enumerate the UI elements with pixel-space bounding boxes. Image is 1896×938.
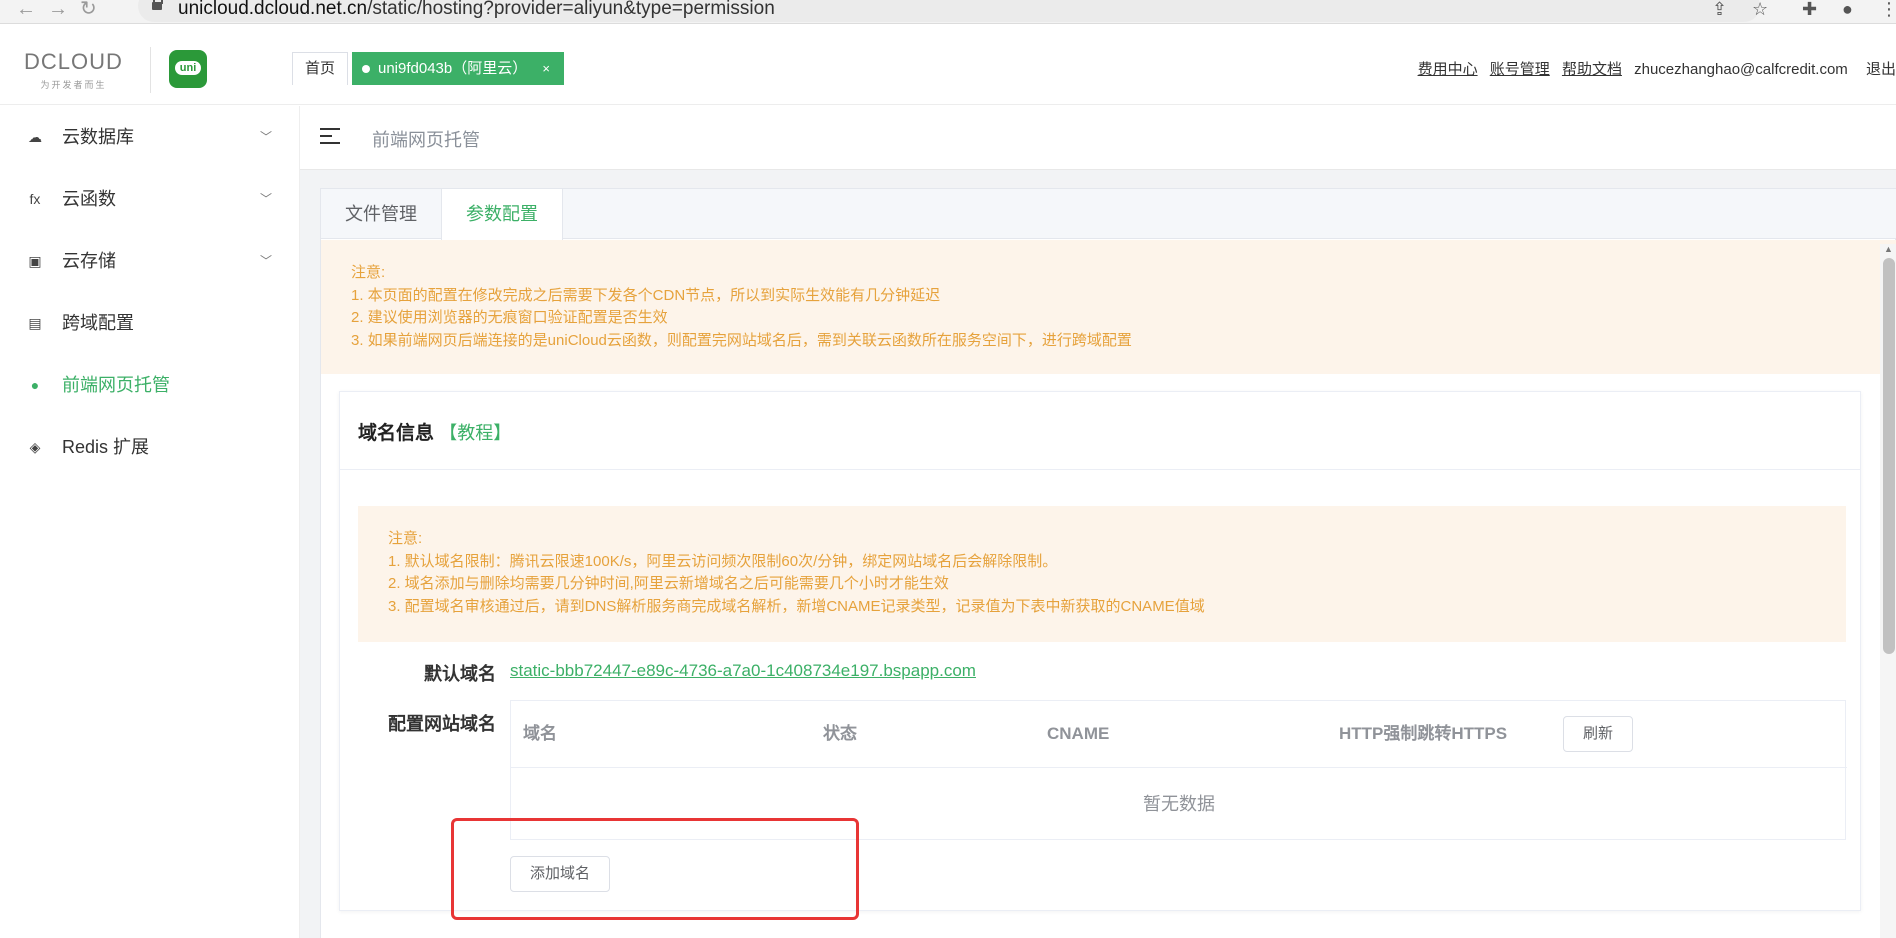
- sidebar-item-label: 跨域配置: [62, 313, 134, 333]
- sidebar-item-cloud-db[interactable]: ☁ 云数据库 ﹀: [0, 106, 299, 168]
- fx-icon: fx: [29, 191, 41, 207]
- refresh-button[interactable]: 刷新: [1563, 716, 1633, 752]
- page-title: 前端网页托管: [372, 130, 480, 150]
- sidebar-item-cors[interactable]: ▤ 跨域配置: [0, 292, 299, 354]
- scrollbar-thumb[interactable]: [1883, 258, 1895, 654]
- kebab-menu-icon[interactable]: ⋮: [1880, 0, 1896, 18]
- sidebar-item-label: 前端网页托管: [62, 375, 170, 395]
- billing-link[interactable]: 费用中心: [1418, 61, 1478, 78]
- tab-param-config[interactable]: 参数配置: [441, 189, 563, 240]
- card-title: 域名信息 【教程】: [340, 392, 1860, 470]
- notice-line: 3. 配置域名审核通过后，请到DNS解析服务商完成域名解析，新增CNAME记录类…: [388, 597, 1205, 615]
- address-bar[interactable]: unicloud.dcloud.net.cn/static/hosting?pr…: [138, 0, 1760, 22]
- cloud-db-icon: ☁: [28, 129, 42, 145]
- notice-banner: 注意: 1. 本页面的配置在修改完成之后需要下发各个CDN节点，所以到实际生效能…: [321, 240, 1896, 374]
- sidebar-item-cloud-storage[interactable]: ▣ 云存储 ﹀: [0, 230, 299, 292]
- back-icon[interactable]: ←: [16, 0, 36, 19]
- app-header: DCLOUD 为开发者而生 uni 首页 uni9fd043b（阿里云） × 费…: [0, 25, 1896, 105]
- notice-line: 2. 域名添加与删除均需要几分钟时间,阿里云新增域名之后可能需要几个小时才能生效: [388, 575, 949, 592]
- user-email: zhucezhanghao@calfcredit.com: [1634, 61, 1848, 78]
- default-domain-link[interactable]: static-bbb72447-e89c-4736-a7a0-1c408734e…: [510, 661, 976, 681]
- notice-line: 3. 如果前端网页后端连接的是uniCloud云函数，则配置完网站域名后，需到关…: [351, 331, 1132, 349]
- help-link[interactable]: 帮助文档: [1562, 61, 1622, 78]
- cors-icon: ▤: [28, 315, 42, 331]
- column-header-cname: CNAME: [1047, 724, 1110, 743]
- lock-icon: [152, 0, 163, 10]
- notice-heading: 注意:: [351, 264, 386, 281]
- chevron-down-icon: ﹀: [260, 192, 273, 206]
- share-icon[interactable]: ⇪: [1712, 0, 1727, 18]
- sidebar: ☁ 云数据库 ﹀ fx 云函数 ﹀ ▣ 云存储 ﹀ ▤ 跨域配置 ● 前端网页托…: [0, 106, 300, 938]
- dcloud-logo[interactable]: DCLOUD 为开发者而生: [24, 49, 123, 91]
- column-header-status: 状态: [823, 724, 857, 743]
- browser-toolbar: ← → ↻ unicloud.dcloud.net.cn/static/host…: [0, 0, 1896, 24]
- forward-icon[interactable]: →: [48, 0, 68, 19]
- default-domain-label: 默认域名: [424, 664, 496, 684]
- profile-icon[interactable]: ●: [1842, 0, 1853, 18]
- column-header-https: HTTP强制跳转HTTPS: [1339, 724, 1508, 743]
- sidebar-item-label: 云数据库: [62, 127, 134, 147]
- sidebar-item-cloud-function[interactable]: fx 云函数 ﹀: [0, 168, 299, 230]
- notice-heading: 注意:: [388, 530, 423, 547]
- chevron-down-icon: ﹀: [260, 254, 273, 268]
- logout-link[interactable]: 退出: [1866, 61, 1896, 78]
- sidebar-item-label: 云函数: [62, 189, 116, 209]
- notice-line: 2. 建议使用浏览器的无痕窗口验证配置是否生效: [351, 309, 668, 326]
- notice-line: 1. 默认域名限制：腾讯云限速100K/s，阿里云访问频次限制60次/分钟，绑定…: [388, 552, 1058, 570]
- sidebar-item-redis[interactable]: ◈ Redis 扩展: [0, 416, 299, 478]
- account-link[interactable]: 账号管理: [1490, 61, 1550, 78]
- redis-icon: ◈: [29, 439, 41, 455]
- scroll-up-icon[interactable]: ▲: [1884, 244, 1893, 254]
- sidebar-item-hosting[interactable]: ● 前端网页托管: [0, 354, 299, 416]
- main-content: 前端网页托管 文件管理 参数配置 注意: 1. 本页面的配置在修改完成之后需要下…: [300, 106, 1896, 938]
- column-header-domain: 域名: [523, 724, 557, 743]
- extensions-icon[interactable]: ✚: [1802, 0, 1817, 18]
- highlight-annotation: [451, 818, 859, 920]
- storage-icon: ▣: [28, 253, 42, 269]
- domain-notice: 注意: 1. 默认域名限制：腾讯云限速100K/s，阿里云访问频次限制60次/分…: [358, 506, 1846, 642]
- url-text: unicloud.dcloud.net.cn/static/hosting?pr…: [178, 0, 775, 19]
- collapse-menu-icon[interactable]: [320, 128, 340, 144]
- sidebar-item-label: 云存储: [62, 251, 116, 271]
- site-domain-label: 配置网站域名: [388, 714, 496, 734]
- chevron-down-icon: ﹀: [260, 130, 273, 144]
- card-title-text: 域名信息: [358, 423, 435, 444]
- tab-bar: 文件管理 参数配置: [321, 189, 1896, 240]
- tab-file-management[interactable]: 文件管理: [321, 189, 441, 239]
- sidebar-item-label: Redis 扩展: [62, 437, 150, 457]
- star-icon[interactable]: ☆: [1752, 0, 1768, 18]
- status-dot-icon: [362, 65, 370, 74]
- hosting-icon: ●: [30, 377, 40, 393]
- close-icon[interactable]: ×: [542, 52, 550, 85]
- page-header: 前端网页托管: [300, 106, 1896, 170]
- unicloud-logo: uni: [169, 50, 207, 88]
- tab-home[interactable]: 首页: [292, 52, 349, 85]
- reload-icon[interactable]: ↻: [80, 0, 97, 19]
- tab-project[interactable]: uni9fd043b（阿里云） ×: [352, 52, 564, 85]
- notice-line: 1. 本页面的配置在修改完成之后需要下发各个CDN节点，所以到实际生效能有几分钟…: [351, 286, 941, 304]
- logo-divider: [150, 47, 151, 93]
- tutorial-link[interactable]: 【教程】: [439, 423, 511, 443]
- header-links: 费用中心 账号管理 帮助文档 zhucezhanghao@calfcredit.…: [1418, 58, 1896, 79]
